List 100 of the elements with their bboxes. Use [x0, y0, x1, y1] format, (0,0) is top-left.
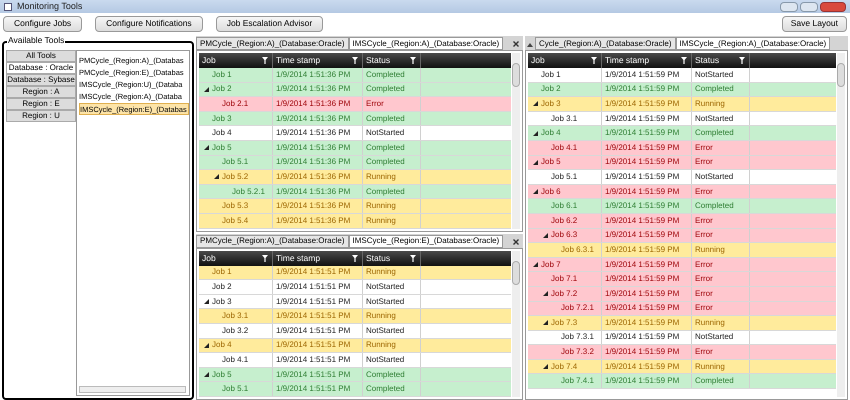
filter-button[interactable]: Region : A [6, 86, 76, 98]
job-row[interactable]: Job 4 1/9/2014 1:51:36 PM NotStarted [199, 126, 511, 141]
job-row[interactable]: Job 3 1/9/2014 1:51:59 PM Running [528, 97, 836, 112]
job-name: Job 3.2 [222, 326, 248, 335]
expanded-triangle-icon[interactable] [204, 342, 209, 348]
expanded-triangle-icon[interactable] [533, 160, 538, 165]
close-icon[interactable] [513, 238, 519, 245]
job-row[interactable]: Job 6.3 1/9/2014 1:51:59 PM Error [528, 228, 836, 244]
toolbar-button[interactable]: Configure Jobs [3, 16, 82, 32]
job-row[interactable]: Job 6.1 1/9/2014 1:51:59 PM Completed [528, 199, 836, 214]
job-row[interactable]: Job 1 1/9/2014 1:51:36 PM Completed [199, 68, 511, 83]
job-row[interactable]: Job 7.3 1/9/2014 1:51:59 PM Running [528, 316, 836, 331]
job-row[interactable]: Job 1 1/9/2014 1:51:51 PM Running [199, 266, 511, 280]
timestamp-cell: 1/9/2014 1:51:51 PM [273, 280, 363, 294]
filter-icon[interactable] [352, 254, 358, 262]
job-row[interactable]: Job 7.3.2 1/9/2014 1:51:59 PM Error [528, 345, 836, 360]
job-row[interactable]: Job 4 1/9/2014 1:51:59 PM Completed [528, 126, 836, 141]
expanded-triangle-icon[interactable] [543, 232, 548, 238]
close-icon[interactable] [513, 41, 519, 47]
document-tab[interactable]: Cycle_(Region:A)_(Database:Oracle) [535, 37, 676, 50]
job-row[interactable]: Job 5 1/9/2014 1:51:36 PM Completed [199, 140, 511, 156]
vertical-scrollbar[interactable] [837, 53, 845, 397]
vertical-scrollbar[interactable] [512, 53, 520, 229]
job-row[interactable]: Job 5.3 1/9/2014 1:51:36 PM Running [199, 199, 511, 214]
job-row[interactable]: Job 6.3.1 1/9/2014 1:51:59 PM Running [528, 243, 836, 258]
job-row[interactable]: Job 2 1/9/2014 1:51:36 PM Completed [199, 82, 511, 98]
job-row[interactable]: Job 2 1/9/2014 1:51:59 PM Completed [528, 82, 836, 98]
expanded-triangle-icon[interactable] [204, 145, 209, 150]
filter-icon[interactable] [410, 254, 416, 262]
job-row[interactable]: Job 4 1/9/2014 1:51:51 PM Running [199, 338, 511, 354]
job-row[interactable]: Job 6 1/9/2014 1:51:59 PM Error [528, 184, 836, 200]
document-tab[interactable]: IMSCycle_(Region:E)_(Database:Oracle) [348, 234, 504, 248]
filter-button[interactable]: Database : Oracle [6, 62, 76, 74]
save-layout-button[interactable]: Save Layout [782, 16, 847, 32]
job-row[interactable]: Job 3 1/9/2014 1:51:36 PM Completed [199, 112, 511, 126]
document-tab[interactable]: IMSCycle_(Region:A)_(Database:Oracle) [676, 37, 830, 50]
toolbar-button[interactable]: Configure Notifications [95, 16, 203, 32]
job-row[interactable]: Job 5 1/9/2014 1:51:51 PM Completed [199, 368, 511, 382]
job-name: Job 2 [212, 283, 232, 292]
job-row[interactable]: Job 3.1 1/9/2014 1:51:51 PM Running [199, 309, 511, 324]
toolbar-button[interactable]: Job Escalation Advisor [216, 16, 324, 32]
filter-icon[interactable] [681, 57, 687, 64]
job-row[interactable]: Job 5.1 1/9/2014 1:51:51 PM Completed [199, 382, 511, 397]
job-row[interactable]: Job 4.1 1/9/2014 1:51:59 PM Error [528, 140, 836, 156]
expanded-triangle-icon[interactable] [204, 86, 209, 92]
job-row[interactable]: Job 5.2.1 1/9/2014 1:51:36 PM Completed [199, 184, 511, 200]
job-row[interactable]: Job 5.1 1/9/2014 1:51:36 PM Completed [199, 156, 511, 170]
close-icon[interactable] [820, 2, 846, 12]
job-row[interactable]: Job 5.4 1/9/2014 1:51:36 PM Running [199, 214, 511, 229]
job-row[interactable]: Job 3.1 1/9/2014 1:51:59 PM NotStarted [528, 112, 836, 126]
vertical-scrollbar[interactable] [512, 250, 520, 397]
job-name: Job 7.2 [551, 290, 578, 298]
filter-button[interactable]: All Tools [6, 50, 76, 62]
timestamp-cell: 1/9/2014 1:51:36 PM [273, 112, 363, 126]
job-name: Job 4.1 [551, 144, 578, 152]
expanded-triangle-icon[interactable] [533, 189, 538, 194]
filter-button[interactable]: Region : U [6, 110, 76, 122]
filter-icon[interactable] [739, 57, 745, 64]
expanded-triangle-icon[interactable] [214, 174, 219, 180]
filter-button[interactable]: Region : E [6, 98, 76, 110]
horizontal-scrollbar[interactable] [79, 386, 186, 393]
job-row[interactable]: Job 6.2 1/9/2014 1:51:59 PM Error [528, 214, 836, 229]
document-tab[interactable]: IMSCycle_(Region:A)_(Database:Oracle) [348, 37, 504, 50]
filter-button[interactable]: Database : Sybase [6, 74, 76, 86]
filter-icon[interactable] [352, 57, 358, 64]
job-row[interactable]: Job 2.1 1/9/2014 1:51:36 PM Error [199, 97, 511, 112]
status-cell: Completed [363, 140, 421, 155]
document-tab[interactable]: PMCycle_(Region:A)_(Database:Oracle) [196, 234, 348, 248]
job-row[interactable]: Job 4.1 1/9/2014 1:51:51 PM NotStarted [199, 353, 511, 368]
job-row[interactable]: Job 7.4.1 1/9/2014 1:51:59 PM Completed [528, 374, 836, 390]
job-row[interactable]: Job 3.2 1/9/2014 1:51:51 PM NotStarted [199, 324, 511, 339]
filter-icon[interactable] [262, 254, 268, 262]
job-name: Job 6 [541, 188, 561, 196]
expanded-triangle-icon[interactable] [533, 101, 538, 106]
column-title: Status [695, 54, 720, 67]
job-row[interactable]: Job 7.2.1 1/9/2014 1:51:59 PM Error [528, 302, 836, 316]
expanded-triangle-icon[interactable] [543, 320, 548, 326]
filter-icon[interactable] [410, 57, 416, 64]
expanded-triangle-icon[interactable] [204, 299, 209, 304]
job-row[interactable]: Job 3 1/9/2014 1:51:51 PM NotStarted [199, 294, 511, 310]
expanded-triangle-icon[interactable] [543, 291, 548, 296]
job-row[interactable]: Job 7.1 1/9/2014 1:51:59 PM Error [528, 272, 836, 287]
expanded-triangle-icon[interactable] [533, 262, 538, 268]
job-row[interactable]: Job 5 1/9/2014 1:51:59 PM Error [528, 156, 836, 170]
job-row[interactable]: Job 5.2 1/9/2014 1:51:36 PM Running [199, 170, 511, 185]
job-row[interactable]: Job 5.1 1/9/2014 1:51:59 PM NotStarted [528, 170, 836, 185]
job-row[interactable]: Job 7.3.1 1/9/2014 1:51:59 PM NotStarted [528, 330, 836, 346]
app-icon [4, 2, 12, 10]
job-row[interactable]: Job 7.4 1/9/2014 1:51:59 PM Running [528, 360, 836, 374]
job-row[interactable]: Job 2 1/9/2014 1:51:51 PM NotStarted [199, 280, 511, 295]
expanded-triangle-icon[interactable] [533, 130, 538, 136]
job-row[interactable]: Job 1 1/9/2014 1:51:59 PM NotStarted [528, 68, 836, 83]
filter-icon[interactable] [262, 57, 268, 64]
filter-icon[interactable] [591, 57, 597, 64]
expanded-triangle-icon[interactable] [204, 372, 209, 378]
expanded-triangle-icon[interactable] [543, 364, 548, 370]
job-row[interactable]: Job 7 1/9/2014 1:51:59 PM Error [528, 258, 836, 272]
job-row[interactable]: Job 7.2 1/9/2014 1:51:59 PM Error [528, 286, 836, 302]
column-title: Time stamp [276, 252, 320, 265]
document-tab[interactable]: PMCycle_(Region:A)_(Database:Oracle) [196, 37, 348, 50]
